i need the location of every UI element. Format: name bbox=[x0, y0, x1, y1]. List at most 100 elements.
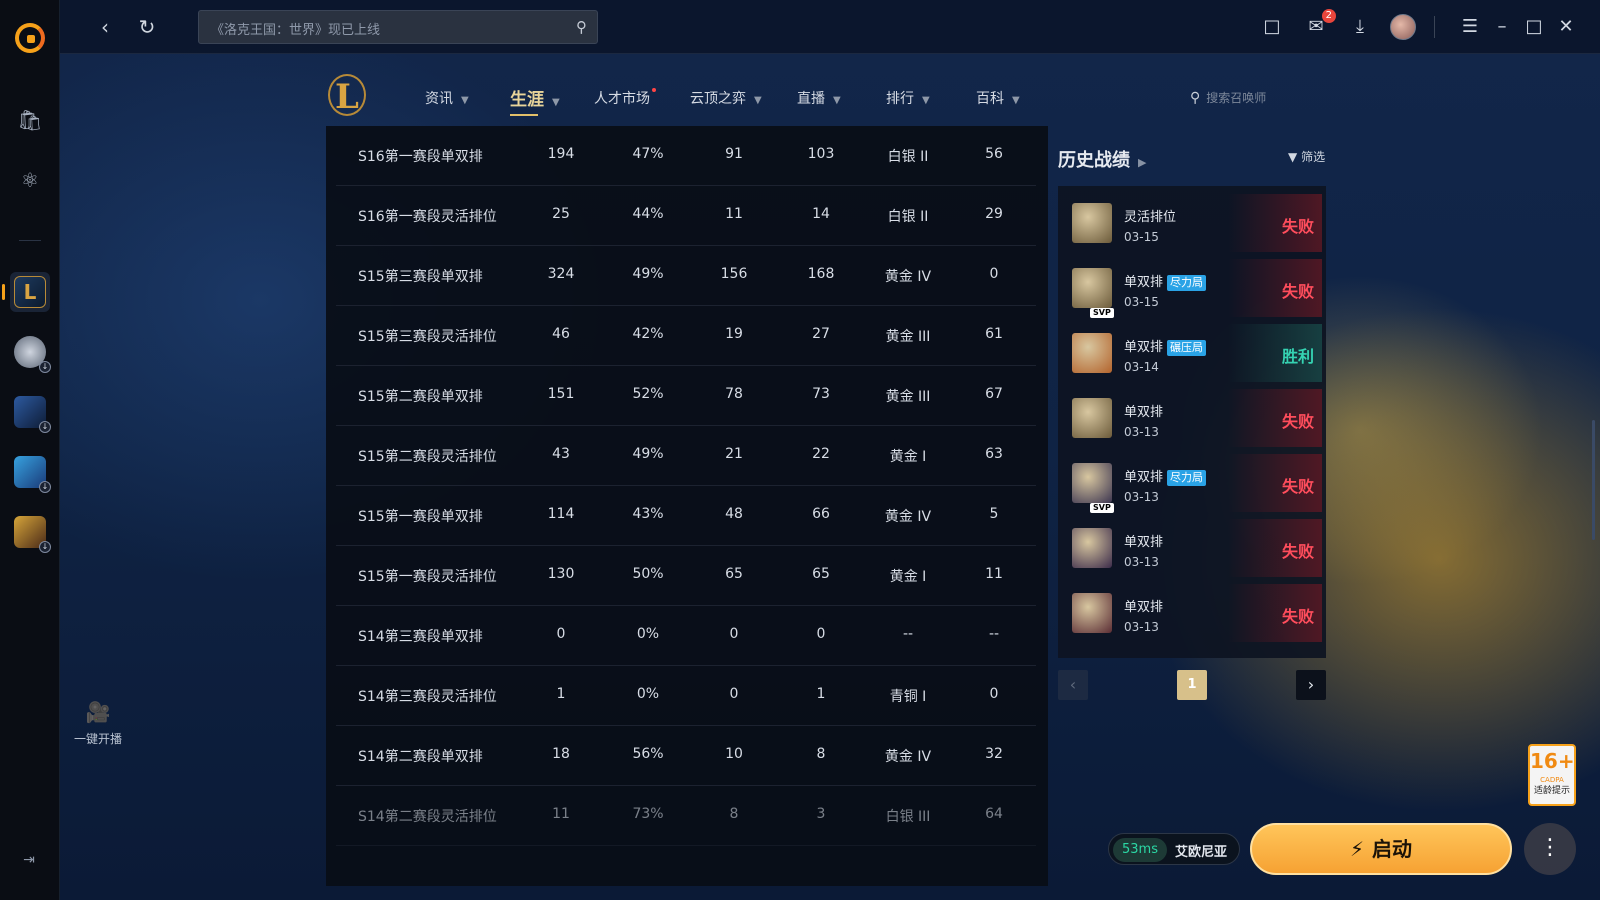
tab-tft[interactable]: 云顶之弈 ▼ bbox=[690, 88, 762, 108]
match-date: 03-13 bbox=[1124, 620, 1159, 634]
game4-icon: ↓ bbox=[14, 456, 51, 493]
launch-label: 启动 bbox=[1372, 837, 1413, 861]
server-name: 艾欧尼亚 bbox=[1175, 845, 1228, 860]
cell-losses: 1 bbox=[816, 686, 826, 702]
cell-points: 11 bbox=[985, 566, 1003, 582]
summoner-search-input[interactable]: ⚲ 搜索召唤师 bbox=[1190, 89, 1266, 106]
lightning-icon: ⚡ bbox=[1349, 837, 1365, 861]
refresh-icon[interactable]: ↻ bbox=[134, 14, 160, 40]
page-number[interactable]: 1 bbox=[1177, 670, 1207, 700]
match-history-title[interactable]: 历史战绩 ▶ bbox=[1058, 146, 1146, 172]
cell-season: S15第一赛段灵活排位 bbox=[358, 569, 497, 585]
dock-game-4[interactable]: ↓ bbox=[10, 452, 51, 493]
list-item[interactable]: SVP 单双排 尽力局 03-13 失败 bbox=[1066, 454, 1322, 513]
more-options-button[interactable]: ⋮ bbox=[1524, 823, 1576, 875]
tab-talent-market[interactable]: 人才市场 bbox=[594, 88, 656, 108]
tab-label: 生涯 bbox=[510, 90, 544, 110]
chat-icon[interactable]: □ bbox=[1260, 15, 1284, 39]
expand-sidebar-icon[interactable]: ⇥ bbox=[19, 852, 39, 870]
list-item[interactable]: 灵活排位 03-15 失败 bbox=[1066, 194, 1322, 252]
dock-game-lol[interactable]: L bbox=[2, 272, 50, 312]
cell-rank: 白银 II bbox=[887, 149, 929, 165]
list-item[interactable]: 单双排 碾压局 03-14 胜利 bbox=[1066, 324, 1322, 382]
gift-tag-icon[interactable]: ⚛ bbox=[10, 160, 50, 200]
cell-games: 194 bbox=[547, 146, 575, 162]
cell-games: 324 bbox=[547, 266, 575, 282]
cell-losses: 73 bbox=[812, 386, 830, 402]
prev-page-button[interactable]: ‹ bbox=[1058, 670, 1088, 700]
lol-logo[interactable]: L bbox=[328, 74, 366, 117]
cell-wins: 21 bbox=[725, 446, 743, 462]
list-item[interactable]: 单双排 03-13 失败 bbox=[1066, 389, 1322, 447]
global-search-input[interactable]: 《洛克王国：世界》现已上线 ⚲ bbox=[198, 10, 598, 44]
list-item[interactable]: 单双排 03-13 失败 bbox=[1066, 584, 1322, 642]
tab-career[interactable]: 生涯 ▼ bbox=[510, 85, 560, 116]
champion-portrait bbox=[1072, 333, 1112, 373]
tab-news[interactable]: 资讯 ▼ bbox=[425, 88, 469, 108]
dock-game-2[interactable]: ↓ bbox=[10, 332, 51, 373]
store-bag-icon[interactable]: 🛍 bbox=[10, 100, 50, 140]
tab-label: 资讯 bbox=[425, 91, 453, 107]
cell-losses: 27 bbox=[812, 326, 830, 342]
list-item[interactable]: SVP 单双排 尽力局 03-15 失败 bbox=[1066, 259, 1322, 318]
champion-portrait: SVP bbox=[1072, 268, 1114, 318]
close-icon[interactable]: ✕ bbox=[1554, 15, 1578, 39]
mail-icon[interactable]: ✉ 2 bbox=[1304, 9, 1336, 39]
match-date: 03-15 bbox=[1124, 230, 1159, 244]
match-mode: 单双排 尽力局 bbox=[1124, 466, 1207, 486]
cell-wins: 11 bbox=[725, 206, 743, 222]
top-divider bbox=[1434, 16, 1435, 38]
chevron-down-icon: ▼ bbox=[552, 97, 560, 108]
mail-badge: 2 bbox=[1321, 9, 1336, 23]
next-page-button[interactable]: › bbox=[1296, 670, 1326, 700]
table-row: S15第三赛段单双排 324 49% 156 168 黄金 IV 0 bbox=[336, 246, 1036, 306]
match-mode: 单双排 bbox=[1124, 401, 1163, 420]
age-text: 适龄提示 bbox=[1533, 786, 1570, 796]
dock-game-3[interactable]: ↓ bbox=[10, 392, 51, 433]
match-mode-text: 单双排 bbox=[1124, 470, 1164, 485]
match-history-list: 灵活排位 03-15 失败 SVP 单双排 尽力局 03-15 失败 单双排 碾压局 03-14 胜利… bbox=[1058, 186, 1326, 658]
tab-ranking[interactable]: 排行 ▼ bbox=[886, 88, 930, 108]
launch-button[interactable]: ⚡ 启动 bbox=[1250, 823, 1512, 875]
search-icon[interactable]: ⚲ bbox=[576, 18, 587, 36]
filter-button[interactable]: ▼ 筛选 bbox=[1288, 148, 1325, 165]
avatar[interactable] bbox=[1390, 14, 1416, 40]
table-row: S14第二赛段灵活排位 11 73% 8 3 白银 III 64 bbox=[336, 786, 1036, 846]
cell-season: S14第三赛段灵活排位 bbox=[358, 689, 497, 705]
maximize-icon[interactable]: □ bbox=[1522, 15, 1546, 39]
match-date: 03-13 bbox=[1124, 555, 1159, 569]
tab-label: 人才市场 bbox=[594, 91, 650, 107]
cell-games: 1 bbox=[556, 686, 566, 702]
cell-rank: 黄金 IV bbox=[884, 509, 932, 525]
cell-wins: 65 bbox=[725, 566, 743, 582]
minimize-icon[interactable]: – bbox=[1490, 15, 1514, 39]
champion-portrait bbox=[1072, 398, 1112, 438]
back-icon[interactable]: ‹ bbox=[92, 14, 118, 40]
tab-wiki[interactable]: 百科 ▼ bbox=[976, 88, 1020, 108]
one-click-stream-button[interactable]: 🎥 一键开播 bbox=[66, 700, 130, 747]
cell-losses: 103 bbox=[807, 146, 835, 162]
app-logo-icon[interactable] bbox=[15, 23, 45, 53]
list-item[interactable]: 单双排 03-13 失败 bbox=[1066, 519, 1322, 577]
cell-points: 56 bbox=[985, 146, 1003, 162]
age-rating-badge: 16+ CADPA 适龄提示 bbox=[1528, 744, 1576, 806]
dock-game-5[interactable]: ↓ bbox=[10, 512, 51, 553]
match-mode-text: 单双排 bbox=[1124, 275, 1164, 290]
cell-wins: 19 bbox=[725, 326, 743, 342]
chevron-down-icon: ▼ bbox=[461, 95, 469, 106]
match-date: 03-13 bbox=[1124, 490, 1159, 504]
cell-points: 0 bbox=[989, 686, 999, 702]
tab-live[interactable]: 直播 ▼ bbox=[797, 88, 841, 108]
cell-points: 61 bbox=[985, 326, 1003, 342]
menu-icon[interactable]: ☰ bbox=[1458, 15, 1482, 39]
valorant-game-icon: ↓ bbox=[14, 336, 51, 373]
server-status[interactable]: 53ms 艾欧尼亚 bbox=[1108, 833, 1240, 865]
cell-rank: 黄金 IV bbox=[884, 749, 932, 765]
scrollbar[interactable] bbox=[1592, 420, 1595, 540]
cell-games: 11 bbox=[552, 806, 570, 822]
cell-rank: 黄金 IV bbox=[884, 269, 932, 285]
cell-points: 5 bbox=[989, 506, 999, 522]
cell-games: 0 bbox=[556, 626, 566, 642]
cell-winrate: 0% bbox=[636, 626, 660, 642]
download-manager-icon[interactable]: ⤓ bbox=[1348, 15, 1372, 39]
